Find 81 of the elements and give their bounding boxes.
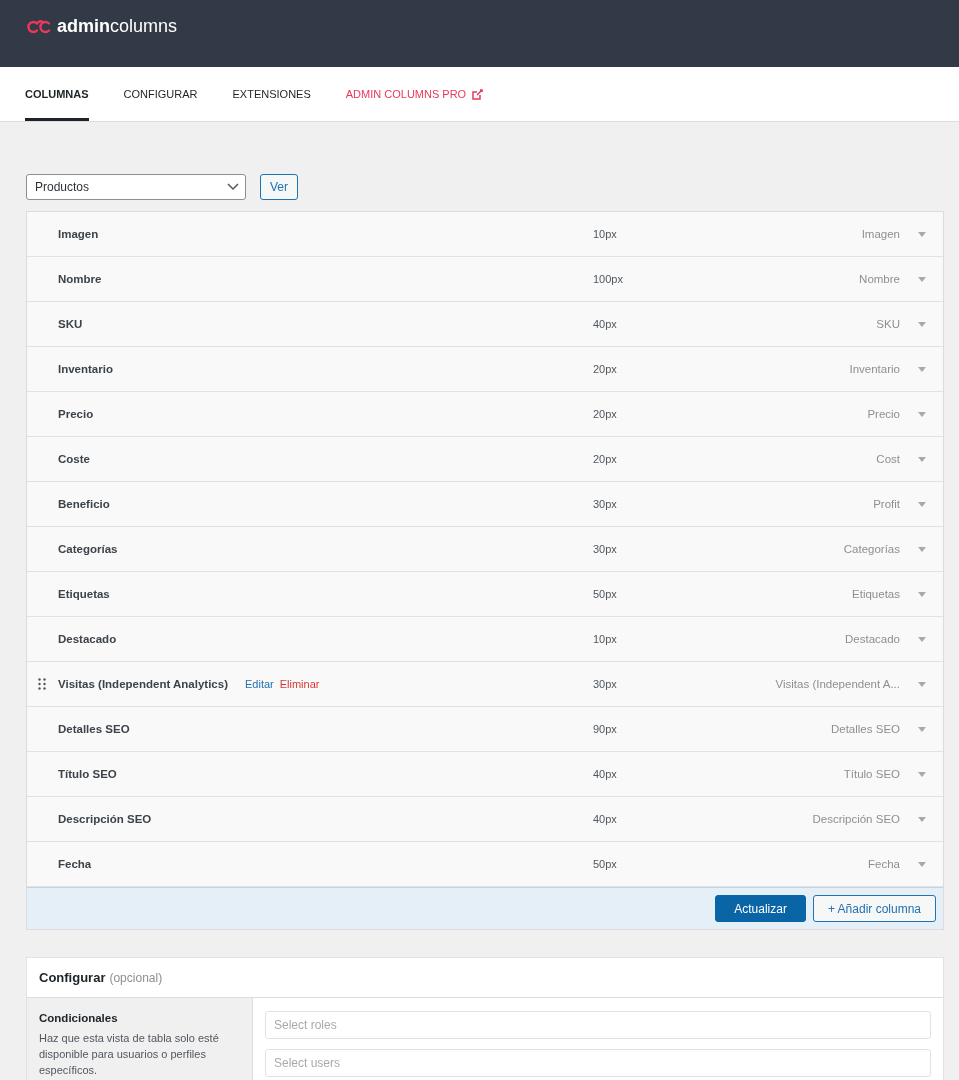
column-width: 50px bbox=[593, 588, 618, 600]
column-label: Fecha bbox=[58, 858, 92, 870]
chevron-down-icon bbox=[227, 183, 239, 191]
caret-icon[interactable] bbox=[918, 546, 926, 552]
caret-icon[interactable] bbox=[918, 591, 926, 597]
section-description: Haz que esta vista de tabla solo esté disponible para usuarios o perfiles específicos. bbox=[39, 1031, 220, 1078]
drag-handle-icon[interactable] bbox=[38, 678, 46, 690]
caret-icon[interactable] bbox=[918, 816, 926, 822]
column-type: Cost bbox=[875, 453, 900, 465]
tab[interactable]: EXTENSIONES bbox=[232, 67, 311, 121]
update-button[interactable]: Actualizar bbox=[715, 895, 806, 922]
column-type: Profit bbox=[872, 498, 900, 510]
delete-link[interactable]: Eliminar bbox=[279, 678, 320, 690]
caret-icon[interactable] bbox=[918, 411, 926, 417]
external-link-icon bbox=[472, 88, 484, 100]
tab[interactable]: CONFIGURAR bbox=[123, 67, 198, 121]
column-type: Imagen bbox=[860, 228, 900, 240]
settings-title: Configurar bbox=[39, 970, 106, 985]
column-width: 20px bbox=[593, 363, 618, 375]
column-label: Beneficio bbox=[58, 498, 110, 510]
select-field[interactable]: Select users bbox=[265, 1049, 931, 1077]
column-label: Imagen bbox=[58, 228, 99, 240]
column-type: Visitas (Independent A... bbox=[774, 678, 900, 690]
column-width: 30px bbox=[593, 498, 618, 510]
column-label: Detalles SEO bbox=[58, 723, 130, 735]
column-width: 20px bbox=[593, 453, 618, 465]
settings-subtitle: (opcional) bbox=[109, 970, 163, 985]
column-label: Inventario bbox=[58, 363, 113, 375]
column-width: 30px bbox=[593, 543, 618, 555]
caret-icon[interactable] bbox=[918, 231, 926, 237]
column-width: 50px bbox=[593, 858, 618, 870]
caret-icon[interactable] bbox=[918, 636, 926, 642]
caret-icon[interactable] bbox=[918, 321, 926, 327]
column-width: 40px bbox=[593, 768, 618, 780]
column-label: Descripción SEO bbox=[58, 813, 152, 825]
column-type: Etiquetas bbox=[851, 588, 900, 600]
add-column-button[interactable]: + Añadir columna bbox=[812, 895, 936, 922]
logo-text: admincolumns bbox=[57, 16, 178, 37]
column-label: Coste bbox=[58, 453, 90, 465]
column-label: Nombre bbox=[58, 273, 102, 285]
column-type: Categorías bbox=[842, 543, 900, 555]
column-width: 40px bbox=[593, 813, 618, 825]
column-label: SKU bbox=[58, 318, 83, 330]
edit-link[interactable]: Editar bbox=[245, 678, 274, 690]
caret-icon[interactable] bbox=[918, 456, 926, 462]
column-width: 20px bbox=[593, 408, 618, 420]
section-title: Condicionales bbox=[39, 1012, 119, 1024]
column-type: Descripción SEO bbox=[811, 813, 900, 825]
column-type: Fecha bbox=[867, 858, 900, 870]
column-type: Detalles SEO bbox=[829, 723, 900, 735]
column-type: Título SEO bbox=[842, 768, 900, 780]
column-label: Etiquetas bbox=[58, 588, 110, 600]
tab[interactable]: ADMIN COLUMNS PRO bbox=[345, 67, 484, 121]
caret-icon[interactable] bbox=[918, 726, 926, 732]
column-label: Categorías bbox=[58, 543, 118, 555]
column-label: Visitas (Independent Analytics) bbox=[58, 678, 228, 690]
caret-icon[interactable] bbox=[918, 861, 926, 867]
view-button[interactable]: Ver bbox=[260, 174, 298, 200]
column-type: Inventario bbox=[848, 363, 900, 375]
column-width: 40px bbox=[593, 318, 618, 330]
column-type: SKU bbox=[875, 318, 900, 330]
column-label: Título SEO bbox=[58, 768, 117, 780]
column-width: 30px bbox=[593, 678, 618, 690]
column-label: Precio bbox=[58, 408, 94, 420]
column-width: 10px bbox=[593, 633, 618, 645]
caret-icon[interactable] bbox=[918, 366, 926, 372]
list-screen-select[interactable]: Productos bbox=[26, 174, 246, 200]
logo-icon bbox=[27, 19, 51, 34]
tab[interactable]: COLUMNAS bbox=[25, 67, 89, 121]
column-width: 100px bbox=[593, 273, 624, 285]
caret-icon[interactable] bbox=[918, 276, 926, 282]
column-type: Destacado bbox=[844, 633, 900, 645]
column-type: Precio bbox=[866, 408, 900, 420]
column-width: 90px bbox=[593, 723, 618, 735]
select-field[interactable]: Select roles bbox=[265, 1011, 931, 1039]
caret-icon[interactable] bbox=[918, 501, 926, 507]
caret-icon[interactable] bbox=[918, 681, 926, 687]
caret-icon[interactable] bbox=[918, 771, 926, 777]
column-width: 10px bbox=[593, 228, 618, 240]
column-type: Nombre bbox=[858, 273, 900, 285]
column-label: Destacado bbox=[58, 633, 117, 645]
